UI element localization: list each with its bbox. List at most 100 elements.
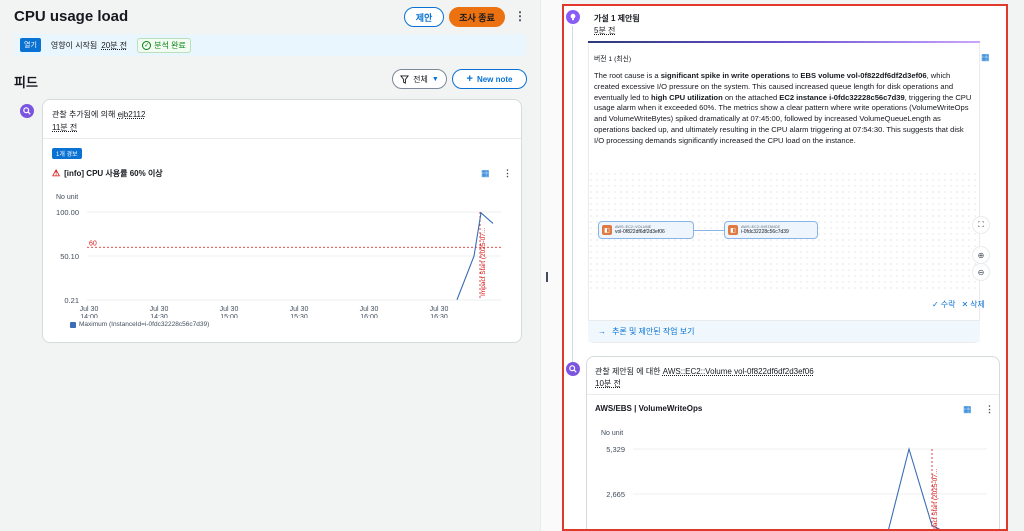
edge-line (694, 230, 724, 231)
arrow-right-icon: → (598, 327, 606, 336)
meta-time: 11분 전 (52, 123, 78, 132)
panel-resizer[interactable] (540, 0, 562, 531)
card-meta: 관찰 추가됨에 의해 ejb2112 (52, 109, 145, 120)
x-tick-label-date: Jul 30 (220, 306, 239, 313)
check-icon: ✓ (932, 300, 939, 309)
zoom-out-icon[interactable]: ⊖ (972, 263, 990, 281)
x-tick-label-time: 14:30 (150, 314, 168, 318)
x-tick-label-date: Jul 30 (150, 306, 169, 313)
metric-title: AWS/EBS | VolumeWriteOps (595, 404, 702, 413)
kebab-icon[interactable]: ⋮ (514, 9, 526, 23)
chart-kebab-icon[interactable]: ⋮ (985, 404, 994, 415)
delete-button[interactable]: ✕ 삭제 (961, 299, 984, 310)
alarm-title-label: [info] CPU 사용률 60% 이상 (64, 169, 163, 178)
x-tick-label-time: 15:30 (290, 314, 308, 318)
y-tick-label: 50.10 (60, 252, 79, 261)
filter-label: 전체 (413, 74, 428, 84)
impact-start-label: Impact Start (2025-07... (480, 228, 487, 296)
status-badge: 열기 (20, 38, 41, 52)
hypothesis-title: 가설 1 제안됨 (594, 14, 640, 23)
caret-down-icon: ▼ (431, 75, 439, 83)
expand-icon[interactable]: ▦ (481, 168, 490, 179)
expand-icon[interactable]: ▦ (963, 404, 972, 415)
writeops-series-line (888, 446, 941, 529)
zoom-in-icon[interactable]: ⊕ (972, 246, 990, 264)
check-circle-icon: ✓ (142, 40, 152, 50)
node-name: i-0fdc32228c56c7d39 (741, 229, 789, 235)
lightbulb-icon (570, 13, 576, 21)
legend-swatch (70, 321, 76, 328)
x-tick-label-date: Jul 30 (290, 306, 309, 313)
new-note-label: New note (476, 74, 513, 84)
analysis-complete-badge: ✓ 분석 완료 (137, 37, 191, 53)
y-tick-label: 5,329 (606, 445, 625, 454)
search-icon (23, 107, 31, 115)
meta-user-link[interactable]: ejb2112 (118, 110, 146, 119)
chart-unit-label: No unit (601, 430, 624, 437)
metric-title-label: AWS/EBS | VolumeWriteOps (595, 404, 703, 413)
y-tick-label: 0.21 (64, 296, 79, 305)
end-investigation-button[interactable]: 조사 종료 (449, 7, 505, 27)
fit-view-icon[interactable]: ⛶ (972, 216, 990, 234)
hypothesis-time: 5분 전 (594, 26, 616, 35)
feed-title: 피드 (14, 75, 38, 90)
close-icon: ✕ (961, 300, 969, 309)
expand-icon[interactable]: ▦ (981, 52, 990, 63)
x-tick-label-date: Jul 30 (80, 306, 99, 313)
meta-prefix: 관찰 추가됨에 의해 (52, 110, 116, 119)
status-text: 영향이 시작됨 (50, 40, 98, 50)
version-label: 버전 1 (최신) (594, 56, 632, 63)
new-note-button[interactable]: + New note (452, 69, 527, 89)
alarm-title: ⚠ [info] CPU 사용률 60% 이상 (52, 168, 163, 179)
alarm-count-badge: 1개 경보 (52, 148, 82, 159)
filter-dropdown[interactable]: 전체 ▼ (392, 69, 447, 89)
meta-time: 10분 전 (595, 379, 621, 388)
divider (587, 394, 999, 395)
search-bot-avatar (20, 104, 34, 118)
node-name: vol-0f822df6df2d3ef06 (615, 229, 665, 235)
x-tick-label-time: 16:00 (360, 314, 378, 318)
status-time: 20분 전 (101, 40, 128, 50)
card-meta: 관찰 제안됨 에 대한 AWS::EC2::Volume vol-0f822df… (595, 367, 814, 376)
analysis-complete-label: 분석 완료 (154, 40, 186, 50)
cpu-line-chart: 100.0050.100.21Jul 3014:00Jul 3014:30Jul… (56, 208, 501, 318)
x-tick-label-date: Jul 30 (360, 306, 379, 313)
filter-icon (400, 74, 410, 84)
x-tick-label-date: Jul 30 (430, 306, 449, 313)
page-title: CPU usage load (14, 8, 129, 25)
legend-label: Maximum (InstanceId=i-0fdc32228c56c7d39) (79, 321, 210, 328)
divider (43, 138, 521, 139)
lightbulb-avatar (566, 10, 580, 24)
propose-button[interactable]: 제안 (404, 7, 444, 27)
threshold-label: 60 (89, 240, 97, 247)
plus-icon: + (466, 73, 473, 85)
ec2-instance-icon: ◧ (728, 225, 738, 235)
timeline-line (572, 26, 573, 371)
search-bot-avatar (566, 362, 580, 376)
investigation-panel: CPU usage load 제안 조사 종료 ⋮ 열기 영향이 시작됨 20분… (0, 0, 540, 531)
chart-legend: Maximum (InstanceId=i-0fdc32228c56c7d39) (70, 321, 209, 328)
x-tick-label-time: 15:00 (220, 314, 238, 318)
hypothesis-actions: ✓ 수락 ✕ 삭제 (932, 299, 985, 310)
writeops-line-chart: 5,329 2,665 Impact Start (2025-07... (606, 445, 987, 531)
accept-button[interactable]: ✓ 수락 (932, 299, 955, 310)
instance-node[interactable]: ◧ AWS::EC2::INSTANCE i-0fdc32228c56c7d39 (724, 221, 818, 239)
resource-link[interactable]: AWS::EC2::Volume vol-0f822df6df2d3ef06 (663, 367, 814, 376)
chart-kebab-icon[interactable]: ⋮ (503, 168, 512, 179)
hypothesis-text: The root cause is a significant spike in… (594, 71, 972, 145)
y-tick-label: 100.00 (56, 208, 79, 217)
x-tick-label-time: 14:00 (80, 314, 98, 318)
reasoning-link[interactable]: → 추론 및 제안된 작업 보기 (588, 320, 980, 342)
y-tick-label: 2,665 (606, 490, 625, 499)
alarm-observation-card: 관찰 추가됨에 의해 ejb2112 11분 전 1개 경보 ⚠ [info] … (42, 99, 522, 343)
warning-icon: ⚠ (52, 168, 61, 178)
search-icon (569, 365, 577, 373)
volume-observation-card: 관찰 제안됨 에 대한 AWS::EC2::Volume vol-0f822df… (586, 356, 1000, 531)
status-bar: 열기 영향이 시작됨 20분 전 ✓ 분석 완료 (14, 34, 526, 56)
impact-start-label: Impact Start (2025-07... (932, 469, 939, 531)
hypothesis-panel: 가설 1 제안됨 5분 전 버전 1 (최신) ▦ The root cause… (562, 4, 1008, 531)
resize-grip-icon[interactable] (546, 272, 548, 282)
reasoning-link-label: 추론 및 제안된 작업 보기 (612, 327, 695, 336)
volume-node[interactable]: ◧ AWS::EC2::VOLUME vol-0f822df6df2d3ef06 (598, 221, 694, 239)
ebs-volume-icon: ◧ (602, 225, 612, 235)
